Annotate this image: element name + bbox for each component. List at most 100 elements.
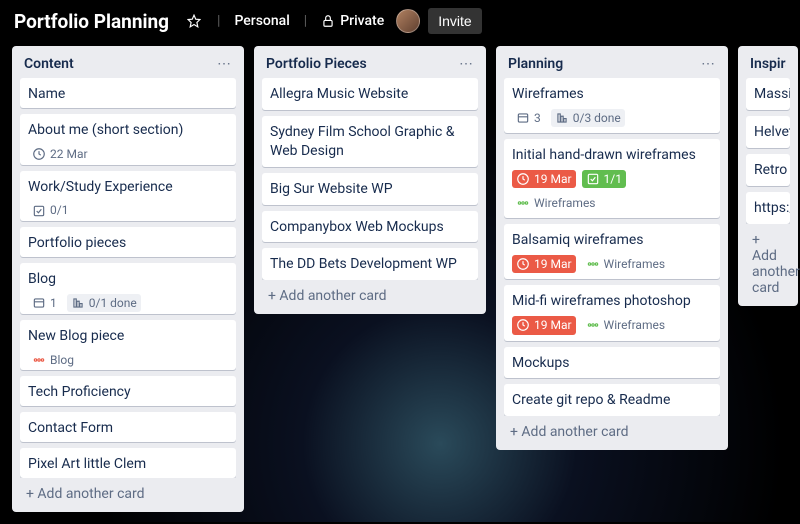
badge-text: 3 — [534, 110, 541, 126]
list-header: Portfolio Pieces ⋯ — [262, 54, 478, 78]
card[interactable]: https://lynnandtonic.com — [746, 192, 790, 224]
card-title: Create git repo & Readme — [512, 391, 712, 410]
list-title[interactable]: Portfolio Pieces — [266, 56, 367, 72]
list: Planning ⋯ Wireframes 3 0/3 done Initial hand… — [496, 46, 728, 450]
add-card-button[interactable]: + Add another card — [504, 416, 720, 446]
card-badge: 1/1 — [582, 170, 626, 188]
card[interactable]: Wireframes30/3 done — [504, 78, 720, 133]
badge-text: 19 Mar — [534, 317, 572, 333]
badge-text: 1 — [50, 295, 57, 311]
progress-icon — [555, 111, 569, 125]
team-name: Personal — [234, 13, 289, 29]
list-menu-button[interactable]: ⋯ — [701, 56, 716, 72]
card-title: Sydney Film School Graphic & Web Design — [270, 123, 470, 161]
card-badge: Wireframes — [582, 316, 670, 334]
avatar[interactable] — [396, 9, 420, 33]
card-title: Allegra Music Website — [270, 85, 470, 104]
card[interactable]: The DD Bets Development WP — [262, 248, 478, 280]
card[interactable]: New Blog piece Blog — [20, 320, 236, 371]
card-badges: 22 Mar — [28, 145, 228, 163]
card-title: Work/Study Experience — [28, 178, 228, 197]
card-title: Blog — [28, 270, 228, 289]
card[interactable]: Pixel Art little Clem — [20, 448, 236, 478]
list-menu-button[interactable]: ⋯ — [459, 56, 474, 72]
card[interactable]: Mockups — [504, 347, 720, 379]
badge-text: Blog — [50, 352, 74, 368]
card-badges: 3 0/3 done — [512, 109, 712, 127]
list: Inspiration Massimo Vignelli Helvetica Retr… — [738, 46, 798, 306]
card[interactable]: Contact Form — [20, 412, 236, 442]
progress-icon — [71, 296, 85, 310]
badge-text: 1/1 — [604, 171, 622, 187]
board-visibility[interactable]: Private — [317, 9, 388, 33]
card[interactable]: Portfolio pieces — [20, 227, 236, 257]
card-badge: Blog — [28, 351, 78, 369]
card[interactable]: Mid-fi wireframes photoshop 19 Mar Wirefra… — [504, 285, 720, 340]
card-title: Pixel Art little Clem — [28, 455, 228, 474]
add-card-button[interactable]: + Add another card — [262, 280, 478, 310]
lock-icon — [321, 14, 335, 28]
list-title[interactable]: Content — [24, 56, 74, 72]
card-badge: Wireframes — [582, 255, 670, 273]
badge-text: 0/1 — [50, 202, 68, 218]
list-menu-button[interactable]: ⋯ — [217, 56, 232, 72]
badge-text: 22 Mar — [50, 146, 88, 162]
divider: | — [302, 13, 309, 29]
list-title[interactable]: Inspiration — [750, 56, 786, 72]
card[interactable]: Big Sur Website WP — [262, 173, 478, 205]
card-title: Mid-fi wireframes photoshop — [512, 292, 712, 311]
card[interactable]: Create git repo & Readme — [504, 384, 720, 416]
card-badge: 22 Mar — [28, 145, 92, 163]
card-list: Allegra Music Website Sydney Film School … — [262, 78, 478, 280]
card[interactable]: Work/Study Experience 0/1 — [20, 171, 236, 222]
card-list: Massimo Vignelli Helvetica Retro Design htt… — [746, 78, 790, 224]
card-title: New Blog piece — [28, 327, 228, 346]
card[interactable]: Name — [20, 78, 236, 108]
clock-icon — [516, 172, 530, 186]
list-header: Content ⋯ — [20, 54, 236, 78]
card-title: Helvetica — [754, 123, 782, 142]
card-title: Contact Form — [28, 419, 228, 438]
clock-icon — [516, 318, 530, 332]
card[interactable]: Retro Design — [746, 154, 790, 186]
star-icon — [187, 14, 201, 28]
card[interactable]: About me (short section) 22 Mar — [20, 114, 236, 165]
divider: | — [215, 13, 222, 29]
card-title: About me (short section) — [28, 121, 228, 140]
invite-button[interactable]: Invite — [428, 8, 481, 34]
card-title: Name — [28, 85, 228, 104]
team-visibility[interactable]: Personal — [230, 9, 293, 33]
checklist-icon — [586, 172, 600, 186]
card-title: Companybox Web Mockups — [270, 218, 470, 237]
card[interactable]: Sydney Film School Graphic & Web Design — [262, 116, 478, 167]
card-title: Initial hand-drawn wireframes — [512, 146, 712, 165]
badge-text: Wireframes — [604, 317, 666, 333]
card-badges: 19 MarWireframes — [512, 255, 712, 273]
star-button[interactable] — [181, 12, 207, 30]
badge-text: Wireframes — [604, 256, 666, 272]
card[interactable]: Tech Proficiency — [20, 376, 236, 406]
add-card-button[interactable]: + Add another card — [746, 224, 790, 302]
card[interactable]: Helvetica — [746, 116, 790, 148]
board-canvas: Content ⋯ Name About me (short section) 22 M… — [0, 46, 800, 524]
card-badges: 0/1 — [28, 201, 228, 219]
list-title[interactable]: Planning — [508, 56, 563, 72]
card-title: Mockups — [512, 354, 712, 373]
add-card-button[interactable]: + Add another card — [20, 478, 236, 508]
badge-text: 0/3 done — [573, 110, 621, 126]
card[interactable]: Blog 1 0/1 done — [20, 263, 236, 314]
badge-text: 0/1 done — [89, 295, 137, 311]
card-title: The DD Bets Development WP — [270, 255, 470, 274]
card[interactable]: Allegra Music Website — [262, 78, 478, 110]
card-badges: Blog — [28, 351, 228, 369]
list-header: Planning ⋯ — [504, 54, 720, 78]
board-header: Portfolio Planning | Personal | Private … — [0, 0, 800, 46]
attachment-icon — [516, 111, 530, 125]
badge-text: 19 Mar — [534, 171, 572, 187]
card-title: Massimo Vignelli — [754, 85, 782, 104]
card[interactable]: Balsamiq wireframes19 MarWireframes — [504, 224, 720, 279]
card-title: Big Sur Website WP — [270, 180, 470, 199]
card[interactable]: Companybox Web Mockups — [262, 211, 478, 243]
card[interactable]: Massimo Vignelli — [746, 78, 790, 110]
card[interactable]: Initial hand-drawn wireframes19 Mar1/1Wi… — [504, 139, 720, 218]
